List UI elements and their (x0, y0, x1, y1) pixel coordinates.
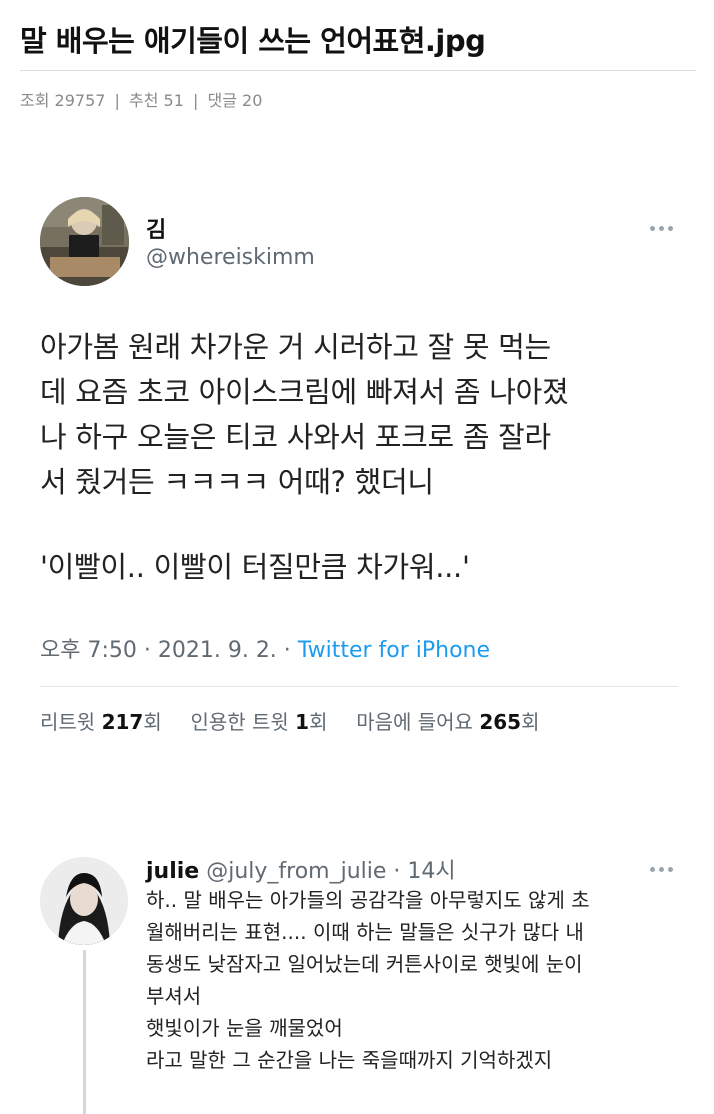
like-count: 265 (479, 710, 522, 734)
tweet-author-name[interactable]: 김 (146, 212, 166, 244)
reply-author-name[interactable]: julie (146, 859, 199, 884)
retweet-stat[interactable]: 리트윗 217회 (40, 710, 168, 734)
quote-tweet-label: 인용한 트윗 (190, 710, 296, 734)
reply-body-line: 부셔서 (146, 984, 202, 1008)
reply-body-line: 동생도 낮잠자고 일어났는데 커튼사이로 햇빛에 눈이 (146, 952, 583, 976)
tweet-quote-line: '이빨이.. 이빨이 터질만큼 차가워...' (40, 550, 470, 584)
retweet-label: 리트윗 (40, 710, 102, 734)
tweet-client-link[interactable]: Twitter for iPhone (298, 638, 490, 663)
recommend-count: 추천 51 (129, 91, 184, 110)
tweet-author-handle[interactable]: @whereiskimm (146, 245, 315, 270)
reply-body-line: 라고 말한 그 순간을 나는 죽을때까지 기억하겠지 (146, 1048, 553, 1072)
tweet-body-line: 아가봄 원래 차가운 거 시러하고 잘 못 먹는 (40, 330, 551, 364)
like-stat[interactable]: 마음에 들어요 265회 (356, 710, 539, 734)
quote-tweet-count: 1 (295, 710, 310, 734)
avatar-photo (40, 197, 129, 286)
dot (658, 225, 664, 231)
tweet-timestamp: 오후 7:50 · 2021. 9. 2. · Twitter for iPho… (40, 632, 490, 664)
meta-separator: | (193, 91, 199, 110)
dot (667, 866, 673, 872)
tweet-divider (40, 686, 678, 687)
meta-separator: | (114, 91, 120, 110)
dot (667, 225, 673, 231)
more-options-icon[interactable] (645, 862, 677, 876)
comments-count: 댓글 20 (207, 91, 263, 110)
quote-tweet-stat[interactable]: 인용한 트윗 1회 (190, 710, 333, 734)
reply-body-line: 월해버리는 표현.... 이때 하는 말들은 싯구가 많다 내 (146, 920, 584, 944)
reply-header: julie @july_from_julie · 14시 (146, 853, 456, 885)
dot (649, 866, 655, 872)
post-title: 말 배우는 애기들이 쓰는 언어표현.jpg (20, 24, 486, 58)
quote-tweet-unit: 회 (309, 710, 328, 734)
reply-body: 하.. 말 배우는 아가들의 공감각을 아무렇지도 않게 초 월해버리는 표현.… (146, 884, 694, 1076)
tweet-body: 아가봄 원래 차가운 거 시러하고 잘 못 먹는 데 요즘 초코 아이스크림에 … (40, 325, 690, 505)
title-divider (20, 70, 696, 71)
reply-thread-line (83, 950, 86, 1114)
reply-avatar[interactable] (40, 857, 128, 945)
reply-body-line: 햇빛이가 눈을 깨물었어 (146, 1016, 343, 1040)
avatar-photo (40, 857, 128, 945)
tweet-time[interactable]: 오후 7:50 · 2021. 9. 2. · (40, 638, 298, 663)
like-unit: 회 (521, 710, 540, 734)
tweet-avatar[interactable] (40, 197, 129, 286)
reply-body-line: 하.. 말 배우는 아가들의 공감각을 아무렇지도 않게 초 (146, 888, 590, 912)
dot (649, 225, 655, 231)
more-options-icon[interactable] (645, 221, 677, 235)
post-meta: 조회 29757 | 추천 51 | 댓글 20 (20, 87, 262, 111)
reply-author-meta[interactable]: @july_from_julie · 14시 (199, 859, 455, 884)
tweet-body-line: 서 줬거든 ㅋㅋㅋㅋ 어때? 했더니 (40, 465, 434, 499)
retweet-unit: 회 (143, 710, 162, 734)
views-count: 조회 29757 (20, 91, 106, 110)
dot (658, 866, 664, 872)
retweet-count: 217 (101, 710, 144, 734)
tweet-body-line: 나 하구 오늘은 티코 사와서 포크로 좀 잘라 (40, 420, 551, 454)
like-label: 마음에 들어요 (356, 710, 480, 734)
tweet-stats: 리트윗 217회 인용한 트윗 1회 마음에 들어요 265회 (40, 706, 539, 735)
tweet-body-line: 데 요즘 초코 아이스크림에 빠져서 좀 나아졌 (40, 375, 569, 409)
